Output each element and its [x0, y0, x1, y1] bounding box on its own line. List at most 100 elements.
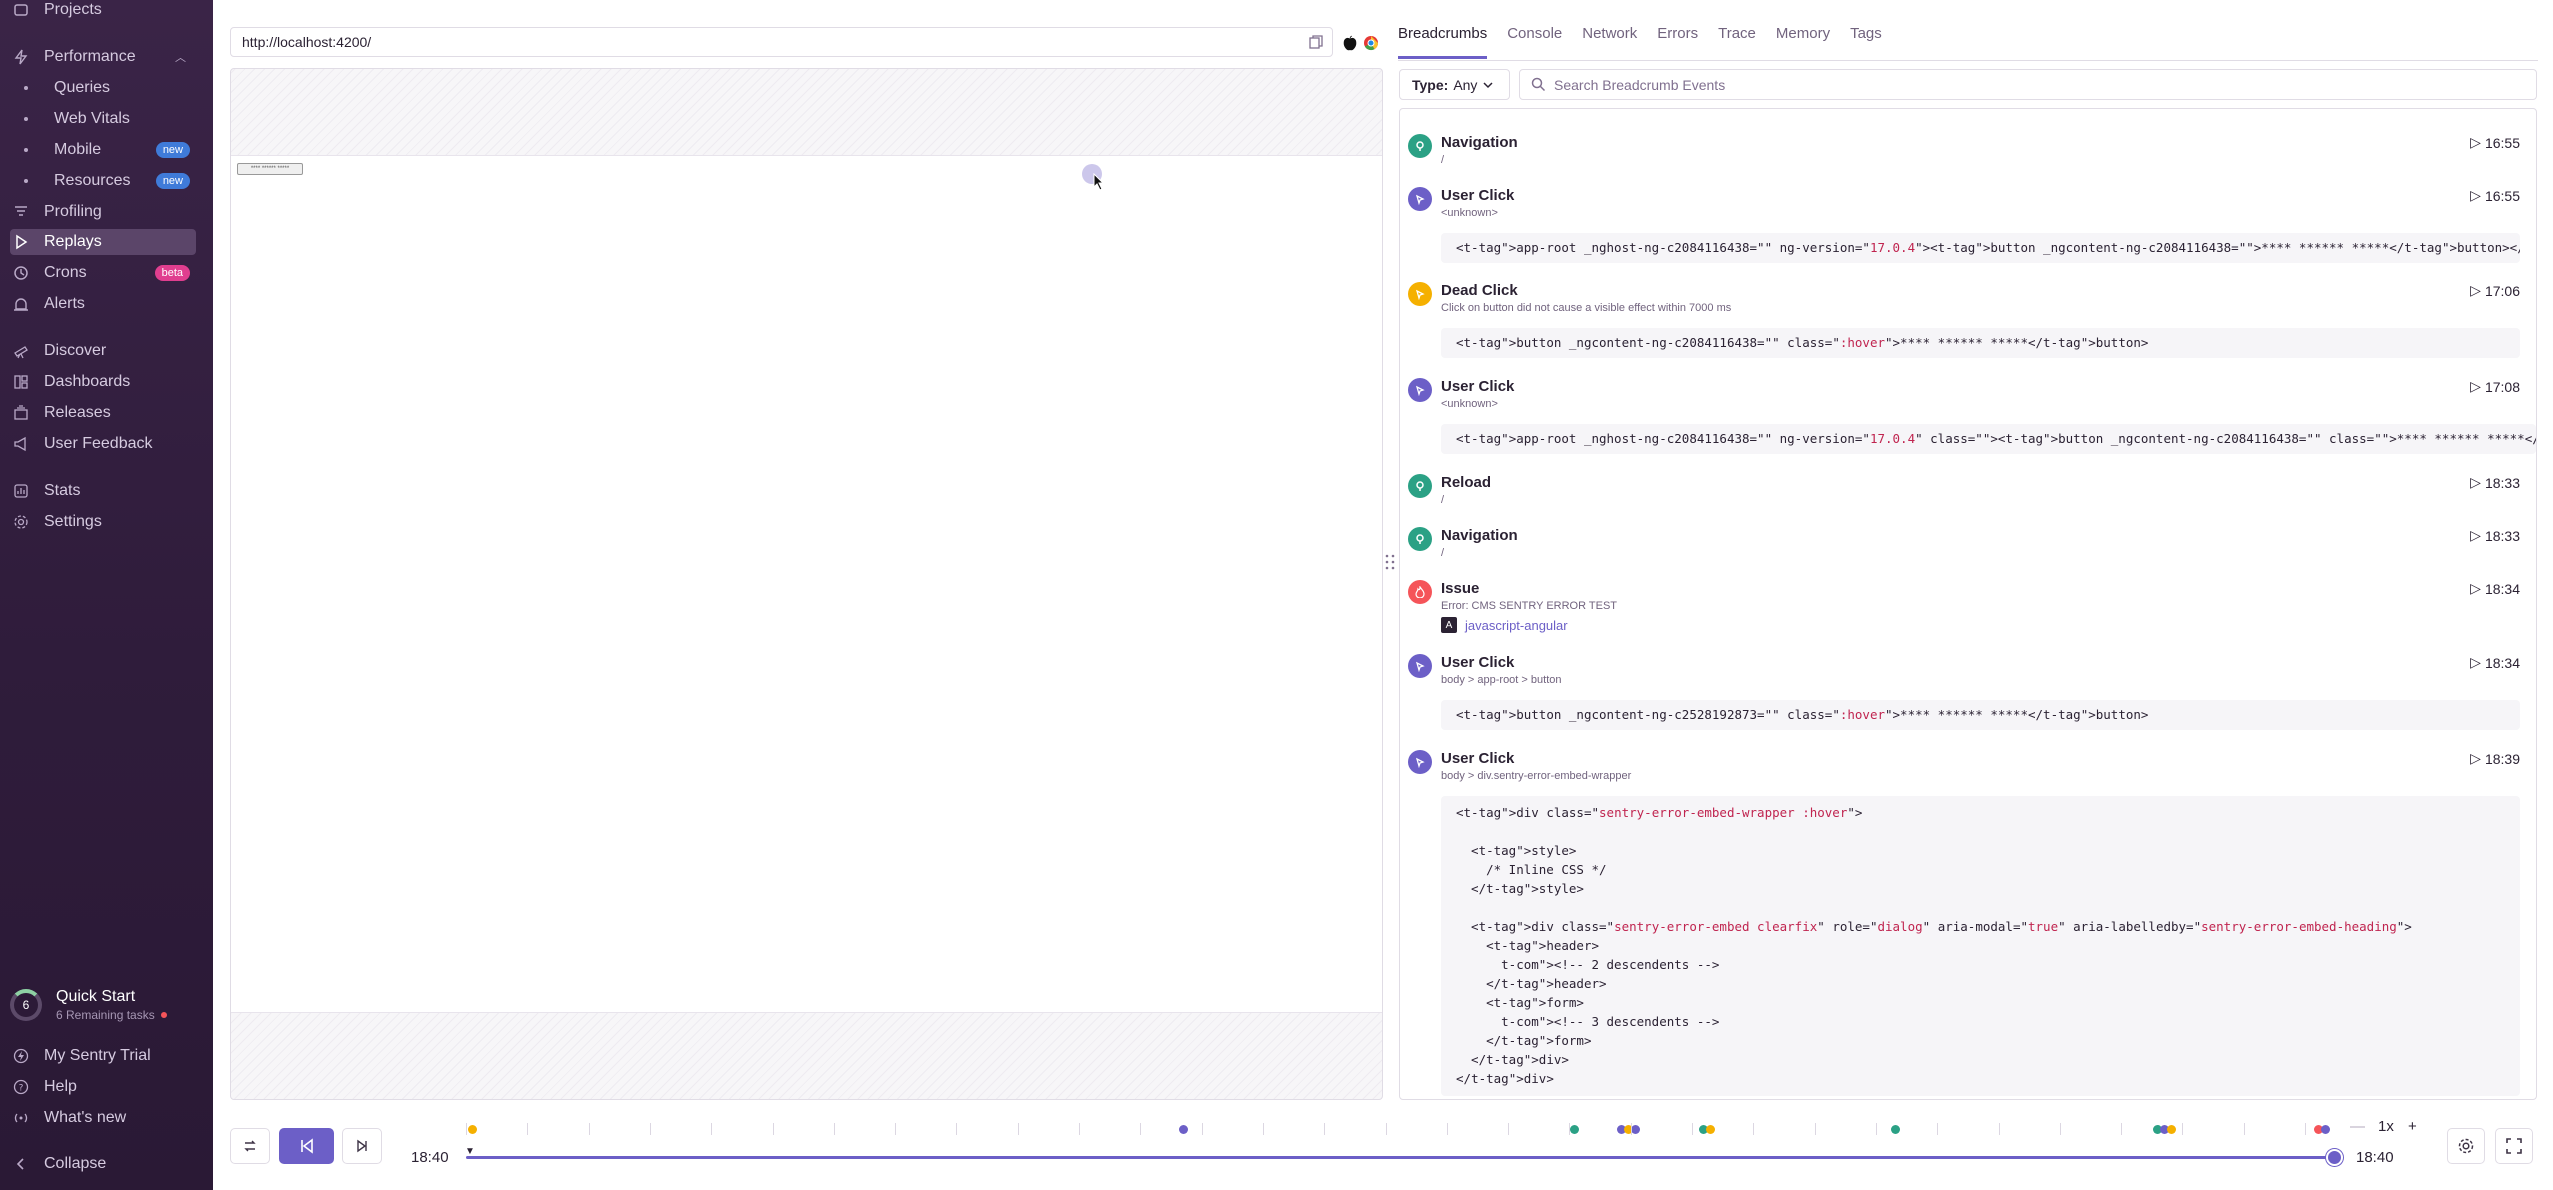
timeline-event-dot[interactable] — [468, 1125, 477, 1134]
replay-player-frame[interactable]: **** ****** ***** — [230, 68, 1383, 1100]
tab-network[interactable]: Network — [1582, 25, 1637, 59]
platform-link[interactable]: Ajavascript-angular — [1441, 617, 1568, 633]
quick-start[interactable]: 6 Quick Start 6 Remaining tasks — [10, 983, 200, 1027]
jump-to-start-button[interactable] — [230, 1128, 270, 1164]
breadcrumb-time: 18:34 — [2484, 580, 2520, 597]
replay-url-bar: http://localhost:4200/ — [230, 27, 1333, 57]
question-icon: ? — [10, 1079, 32, 1095]
sidebar-item-web-vitals[interactable]: Web Vitals — [10, 106, 196, 132]
next-breadcrumb-button[interactable] — [342, 1128, 382, 1164]
resize-handle-icon[interactable] — [1385, 553, 1395, 574]
copy-icon[interactable] — [1308, 34, 1324, 50]
timeline-event-dot[interactable] — [2321, 1125, 2330, 1134]
sidebar-item-dashboards[interactable]: Dashboards — [10, 369, 196, 395]
breadcrumb-timestamp[interactable]: ▷ 18:34 — [2470, 580, 2520, 597]
sidebar-item-mobile[interactable]: Mobile new — [10, 137, 196, 163]
breadcrumb-timestamp[interactable]: ▷ 17:06 — [2470, 282, 2520, 299]
rewind-button[interactable] — [279, 1128, 334, 1164]
sidebar-item-discover[interactable]: Discover — [10, 338, 196, 364]
breadcrumb-search-input[interactable]: Search Breadcrumb Events — [1519, 69, 2537, 100]
play-icon: ▷ — [2470, 474, 2481, 490]
sidebar-item-label: Web Vitals — [54, 110, 130, 127]
fullscreen-button[interactable] — [2495, 1128, 2533, 1164]
timeline-event-dot[interactable] — [1570, 1125, 1579, 1134]
chevron-up-icon[interactable]: ︿ — [175, 49, 186, 65]
sidebar-item-alerts[interactable]: Alerts — [10, 291, 196, 317]
speed-increase-button[interactable]: + — [2408, 1118, 2417, 1135]
cursor-click-icon — [1408, 187, 1432, 211]
breadcrumb-time: 17:08 — [2484, 378, 2520, 395]
sidebar-item-performance[interactable]: Performance ︿ — [10, 44, 196, 70]
timeline-tick — [1814, 1123, 1816, 1135]
breadcrumb-timestamp[interactable]: ▷ 16:55 — [2470, 187, 2520, 204]
breadcrumb-description: <unknown> — [1441, 207, 1498, 219]
sidebar-item-profiling[interactable]: Profiling — [10, 199, 196, 225]
tab-breadcrumbs[interactable]: Breadcrumbs — [1398, 25, 1488, 59]
timeline-progress-bar[interactable] — [466, 1156, 2336, 1159]
timeline-tick — [466, 1123, 467, 1135]
dead-click-icon — [1408, 282, 1432, 306]
sidebar-item-replays[interactable]: Replays — [10, 229, 196, 255]
breadcrumb-timestamp[interactable]: ▷ 18:34 — [2470, 654, 2520, 671]
speed-decrease-button[interactable]: — — [2350, 1118, 2365, 1135]
timeline-tick — [1140, 1123, 1142, 1135]
bullet-icon — [24, 86, 28, 90]
fire-icon — [1408, 580, 1432, 604]
timeline-ticks[interactable] — [466, 1121, 2336, 1137]
breadcrumb-timestamp[interactable]: ▷ 17:08 — [2470, 378, 2520, 395]
breadcrumb-time: 18:33 — [2484, 527, 2520, 544]
breadcrumb-timestamp[interactable]: ▷ 18:33 — [2470, 527, 2520, 544]
timeline-tick — [711, 1123, 713, 1135]
tab-console[interactable]: Console — [1507, 25, 1562, 59]
type-filter-dropdown[interactable]: Type: Any — [1399, 69, 1510, 100]
sidebar-item-settings[interactable]: Settings — [10, 509, 196, 535]
sidebar-item-queries[interactable]: Queries — [10, 75, 196, 101]
timeline-tick — [1385, 1123, 1387, 1135]
playback-speed[interactable]: 1x — [2378, 1118, 2394, 1135]
timeline-scrubber-handle[interactable] — [2326, 1149, 2343, 1166]
stats-icon — [10, 483, 32, 499]
tab-errors[interactable]: Errors — [1657, 25, 1698, 59]
sidebar-item-projects[interactable]: Projects — [10, 0, 196, 23]
collapse-button[interactable]: Collapse — [10, 1151, 196, 1177]
play-icon: ▷ — [2470, 580, 2481, 596]
breadcrumb-title: User Click — [1441, 378, 1515, 395]
apple-icon — [1343, 35, 1357, 56]
sidebar-item-crons[interactable]: Crons beta — [10, 260, 196, 286]
sidebar-item-help[interactable]: ? Help — [10, 1074, 196, 1100]
location-icon — [1408, 474, 1432, 498]
timeline-event-dot[interactable] — [1179, 1125, 1188, 1134]
lightning-circle-icon — [10, 1048, 32, 1064]
sidebar-item-label: Crons — [44, 264, 87, 281]
tab-memory[interactable]: Memory — [1776, 25, 1830, 59]
timeline-event-dot[interactable] — [1706, 1125, 1715, 1134]
type-filter-label: Type: — [1412, 76, 1449, 93]
timeline-tick — [1324, 1123, 1326, 1135]
sidebar-item-resources[interactable]: Resources new — [10, 168, 196, 194]
sidebar-item-stats[interactable]: Stats — [10, 478, 196, 504]
timeline-tick — [833, 1123, 835, 1135]
timeline-tick — [649, 1123, 651, 1135]
gear-icon — [2458, 1138, 2474, 1154]
tab-tags[interactable]: Tags — [1850, 25, 1882, 59]
play-icon: ▷ — [2470, 282, 2481, 298]
breadcrumb-timestamp[interactable]: ▷ 18:33 — [2470, 474, 2520, 491]
megaphone-icon — [10, 436, 32, 452]
sidebar-item-whats-new[interactable]: What's new — [10, 1105, 196, 1131]
sidebar-item-user-feedback[interactable]: User Feedback — [10, 431, 196, 457]
breadcrumb-time: 16:55 — [2484, 187, 2520, 204]
breadcrumb-title: Issue — [1441, 580, 1480, 597]
code-line: <t-tag">header> — [1456, 938, 1600, 953]
breadcrumb-timestamp[interactable]: ▷ 18:39 — [2470, 750, 2520, 767]
settings-button[interactable] — [2447, 1128, 2485, 1164]
timeline-tick — [1937, 1123, 1939, 1135]
tab-trace[interactable]: Trace — [1718, 25, 1756, 59]
breadcrumb-timestamp[interactable]: ▷ 16:55 — [2470, 134, 2520, 151]
timeline-event-dot[interactable] — [2167, 1125, 2176, 1134]
timeline-event-dot[interactable] — [1631, 1125, 1640, 1134]
quick-start-progress-ring: 6 — [10, 989, 42, 1021]
html-snippet: <t-tag">button _ngcontent-ng-c2084116438… — [1441, 328, 2520, 358]
timeline-event-dot[interactable] — [1891, 1125, 1900, 1134]
sidebar-item-my-sentry-trial[interactable]: My Sentry Trial — [10, 1043, 196, 1069]
sidebar-item-releases[interactable]: Releases — [10, 400, 196, 426]
